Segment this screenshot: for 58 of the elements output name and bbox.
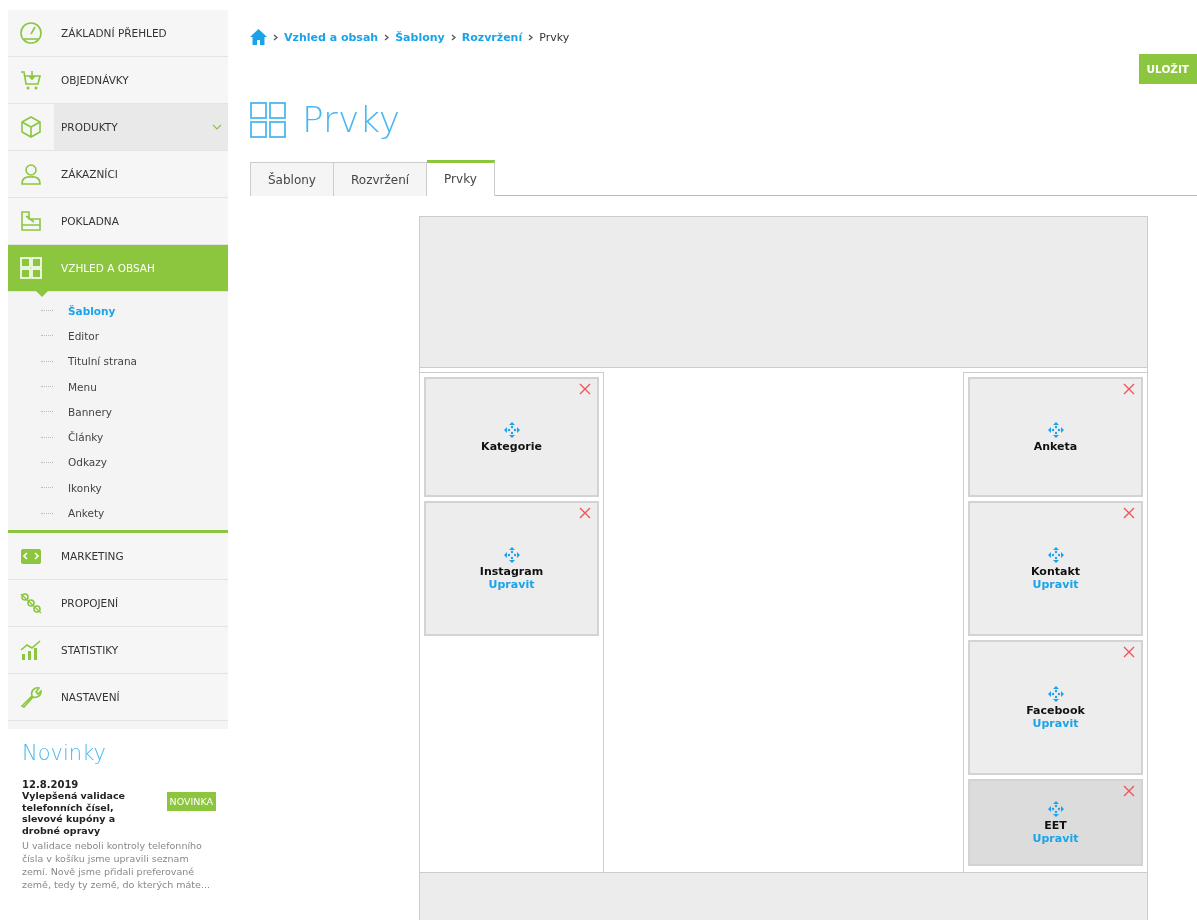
close-icon[interactable] — [1123, 646, 1135, 658]
widget-title: Facebook — [1026, 703, 1085, 717]
wrench-icon — [19, 684, 43, 709]
news-text: U validace neboli kontroly telefonního čísla v košíku jsme upravili seznam zemí. Nově jsme přidali preferované země, tedy ty země, do kterých máte... — [22, 840, 211, 892]
submenu-item[interactable]: Titulní strana — [68, 355, 138, 368]
submenu-item[interactable]: Články — [68, 431, 104, 444]
breadcrumb-current: Prvky — [539, 30, 570, 44]
cart-icon — [19, 68, 43, 92]
news-badge: NOVINKA — [166, 791, 216, 811]
widget-title: Instagram — [479, 564, 544, 578]
widget-card[interactable]: Kategorie — [424, 377, 599, 497]
cash-register-icon — [19, 209, 43, 233]
submenu-item[interactable]: Bannery — [68, 405, 112, 418]
page-title: Prvky — [302, 99, 401, 140]
chevron-right-icon — [273, 33, 278, 41]
home-icon[interactable] — [250, 29, 267, 45]
news-date: 12.8.2019 — [22, 778, 80, 790]
move-icon[interactable] — [1047, 685, 1064, 702]
box-icon — [19, 115, 43, 139]
submenu-item[interactable]: Odkazy — [68, 456, 107, 469]
submenu-item[interactable]: Menu — [68, 380, 97, 393]
move-icon[interactable] — [1047, 800, 1064, 817]
chain-icon — [19, 590, 43, 615]
close-icon[interactable] — [579, 507, 591, 519]
widget-title: EET — [1044, 818, 1067, 832]
tab[interactable]: Prvky — [427, 160, 495, 196]
chart-icon — [19, 637, 43, 662]
submenu-item[interactable]: Ikonky — [68, 481, 102, 494]
grid-icon — [250, 101, 286, 138]
widget-title: Kontakt — [1031, 564, 1080, 578]
close-icon[interactable] — [1123, 785, 1135, 797]
move-icon[interactable] — [503, 421, 520, 438]
move-icon[interactable] — [503, 546, 520, 563]
chevron-right-icon — [384, 33, 390, 41]
tab[interactable]: Šablony — [250, 162, 334, 196]
widget-card[interactable]: Anketa — [968, 377, 1143, 497]
move-icon[interactable] — [1047, 421, 1064, 438]
gauge-icon — [19, 21, 43, 45]
submenu-item[interactable]: Ankety — [68, 507, 105, 519]
widget-card[interactable]: Kontakt Upravit — [968, 501, 1143, 636]
widget-card[interactable]: EET Upravit — [968, 779, 1143, 866]
news-title: Novinky — [22, 740, 107, 765]
user-icon — [19, 162, 43, 186]
widget-card[interactable]: Facebook Upravit — [968, 640, 1143, 775]
close-icon[interactable] — [1123, 507, 1135, 519]
news-headline[interactable]: Vylepšená validace telefonních čísel, slevové kupóny a drobné opravy — [22, 789, 152, 838]
move-icon[interactable] — [1047, 546, 1064, 563]
close-icon[interactable] — [1123, 383, 1135, 395]
grid-icon — [19, 256, 43, 280]
widget-title: Anketa — [1033, 439, 1078, 453]
close-icon[interactable] — [579, 383, 591, 395]
submenu-item[interactable]: Editor — [68, 329, 100, 342]
nav-item[interactable]: PRODUKTY — [8, 104, 228, 151]
chevron-right-icon — [528, 33, 534, 41]
chevron-right-icon — [450, 33, 456, 41]
tab[interactable]: Rozvržení — [334, 162, 428, 196]
widget-card[interactable]: Instagram Upravit — [424, 501, 599, 636]
widget-title: Kategorie — [481, 439, 542, 453]
